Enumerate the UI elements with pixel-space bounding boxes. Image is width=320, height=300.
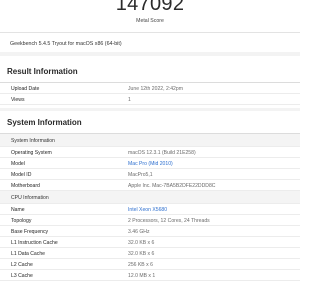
tryout-text: Geekbench 5.4.5 Tryout for macOS x86 (64…	[10, 41, 122, 47]
table-row-operating-system: Operating System macOS 12.3.1 (Build 21E…	[0, 147, 300, 158]
result-information-heading: Result Information	[7, 67, 78, 76]
table-row-l3-cache: L3 Cache 12.0 MB x 1	[0, 270, 300, 281]
table-row-cpu-name: Name Intel Xeon X5680	[0, 204, 300, 215]
row-value: 32.0 KB x 6	[128, 250, 155, 257]
row-value: Apple Inc. Mac-7BA5B2DFE22DDD8C	[128, 182, 216, 189]
row-value: 256 KB x 6	[128, 261, 153, 268]
row-value: macOS 12.3.1 (Build 21E258)	[128, 149, 196, 156]
table-group-header-cpu: CPU Information	[0, 191, 300, 204]
table-row-model-id: Model ID MacPro5,1	[0, 169, 300, 180]
row-key: L1 Data Cache	[11, 250, 45, 257]
row-key: L1 Instruction Cache	[11, 239, 58, 246]
group-label: System Information	[11, 137, 55, 144]
metal-score-label: Metal Score	[136, 18, 164, 24]
group-label: CPU Information	[11, 194, 49, 201]
geekbench-result-page: 147092 Metal Score Geekbench 5.4.5 Tryou…	[0, 0, 300, 300]
tryout-banner: Geekbench 5.4.5 Tryout for macOS x86 (64…	[0, 32, 300, 52]
row-value: 32.0 KB x 6	[128, 239, 155, 246]
table-group-header-system: System Information	[0, 134, 300, 147]
table-row-l2-cache: L2 Cache 256 KB x 6	[0, 259, 300, 270]
table-row-views: Views 1	[0, 94, 300, 105]
row-key: L2 Cache	[11, 261, 33, 268]
table-row-motherboard: Motherboard Apple Inc. Mac-7BA5B2DFE22DD…	[0, 180, 300, 191]
row-key: Upload Date	[11, 85, 40, 92]
section-divider	[0, 52, 300, 56]
row-key: Model ID	[11, 171, 32, 178]
table-row-upload-date: Upload Date June 12th 2022, 2:42pm	[0, 83, 300, 94]
row-key: L3 Cache	[11, 272, 33, 279]
metal-score-value: 147092	[115, 0, 185, 15]
row-key: Topology	[11, 217, 32, 224]
table-row-model: Model Mac Pro (Mid 2010)	[0, 158, 300, 169]
row-key: Name	[11, 206, 25, 213]
row-value: June 12th 2022, 2:42pm	[128, 85, 183, 92]
row-key: Base Frequency	[11, 228, 49, 235]
section-divider	[0, 108, 300, 111]
row-key: Views	[11, 96, 25, 103]
result-information-table: Upload Date June 12th 2022, 2:42pm Views…	[0, 82, 300, 105]
row-value: 12.0 MB x 1	[128, 272, 156, 279]
cpu-name-link[interactable]: Intel Xeon X5680	[128, 207, 167, 213]
system-information-table: System Information Operating System macO…	[0, 133, 300, 281]
row-value: 3.46 GHz	[128, 228, 150, 235]
row-key: Model	[11, 160, 25, 167]
table-row-l1-data-cache: L1 Data Cache 32.0 KB x 6	[0, 248, 300, 259]
row-value: 1	[128, 96, 131, 103]
model-link[interactable]: Mac Pro (Mid 2010)	[128, 161, 173, 167]
table-row-base-frequency: Base Frequency 3.46 GHz	[0, 226, 300, 237]
row-key: Motherboard	[11, 182, 40, 189]
row-value: 2 Processors, 12 Cores, 24 Threads	[128, 217, 210, 224]
table-row-l1-instruction-cache: L1 Instruction Cache 32.0 KB x 6	[0, 237, 300, 248]
table-row-topology: Topology 2 Processors, 12 Cores, 24 Thre…	[0, 215, 300, 226]
row-key: Operating System	[11, 149, 52, 156]
system-information-heading: System Information	[7, 118, 82, 127]
row-value: MacPro5,1	[128, 171, 153, 178]
score-block: 147092 Metal Score	[0, 0, 300, 33]
